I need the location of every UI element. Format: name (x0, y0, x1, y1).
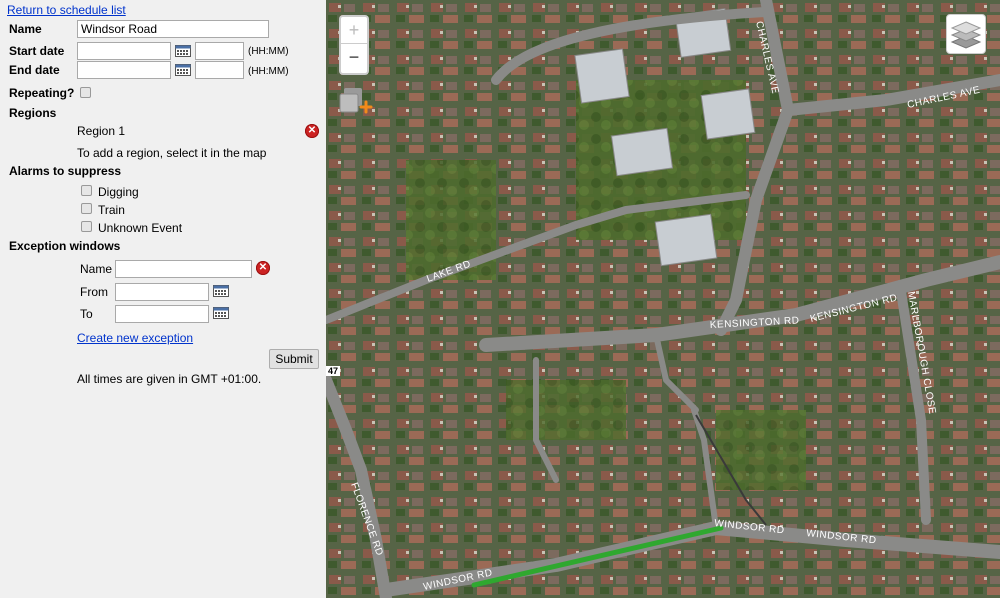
remove-exception-icon[interactable]: ✕ (256, 261, 270, 275)
exception-to-label: To (80, 307, 93, 321)
end-time-hint: (HH:MM) (248, 66, 289, 77)
alarm-label-unknown-event: Unknown Event (98, 221, 183, 235)
name-label: Name (9, 22, 42, 36)
start-time-hint: (HH:MM) (248, 46, 289, 57)
start-date-input[interactable] (77, 42, 171, 60)
regions-label: Regions (9, 106, 57, 120)
alarm-checkbox-digging[interactable] (81, 185, 92, 196)
layers-icon (950, 21, 982, 49)
zoom-control: + − (339, 15, 369, 75)
alarm-checkbox-unknown-event[interactable] (81, 221, 92, 232)
end-date-calendar-icon[interactable] (175, 64, 191, 76)
schedule-form-panel: Return to schedule list Name Start date … (0, 0, 326, 598)
map-imagery: CHARLES AVE CHARLES AVE LAKE RD KENSINGT… (326, 0, 1000, 598)
alarm-label-digging: Digging (98, 185, 139, 199)
layers-control[interactable] (946, 14, 986, 54)
repeating-checkbox[interactable] (80, 87, 91, 98)
remove-region-icon[interactable]: ✕ (305, 124, 319, 138)
exception-from-label: From (80, 285, 108, 299)
add-region-icon (339, 88, 373, 114)
submit-button[interactable]: Submit (269, 349, 319, 369)
exception-name-label: Name (80, 262, 113, 276)
exception-to-input[interactable] (115, 305, 209, 323)
region-item-name: Region 1 (77, 124, 126, 138)
alarms-label: Alarms to suppress (9, 164, 122, 178)
end-date-input[interactable] (77, 61, 171, 79)
alarm-label-train: Train (98, 203, 125, 217)
start-date-calendar-icon[interactable] (175, 45, 191, 57)
start-time-input[interactable] (195, 42, 244, 60)
exception-from-calendar-icon[interactable] (213, 285, 229, 297)
zoom-in-button[interactable]: + (341, 17, 367, 44)
exception-from-input[interactable] (115, 283, 209, 301)
scale-marker: 47 (326, 366, 341, 376)
region-hint: To add a region, select it in the map (77, 146, 267, 160)
alarm-checkbox-train[interactable] (81, 203, 92, 214)
exception-name-input[interactable] (115, 260, 252, 278)
exceptions-label: Exception windows (9, 239, 121, 253)
end-time-input[interactable] (195, 61, 244, 79)
add-region-control[interactable] (336, 82, 376, 124)
end-date-label: End date (9, 63, 60, 77)
create-new-exception-link[interactable]: Create new exception (77, 331, 193, 345)
satellite-map[interactable]: CHARLES AVE CHARLES AVE LAKE RD KENSINGT… (326, 0, 1000, 598)
exception-to-calendar-icon[interactable] (213, 307, 229, 319)
return-to-schedule-list-link[interactable]: Return to schedule list (7, 3, 126, 17)
zoom-out-button[interactable]: − (341, 44, 367, 70)
timezone-note: All times are given in GMT +01:00. (77, 372, 262, 386)
repeating-label: Repeating? (9, 86, 75, 100)
name-input[interactable] (77, 20, 269, 38)
start-date-label: Start date (9, 44, 65, 58)
